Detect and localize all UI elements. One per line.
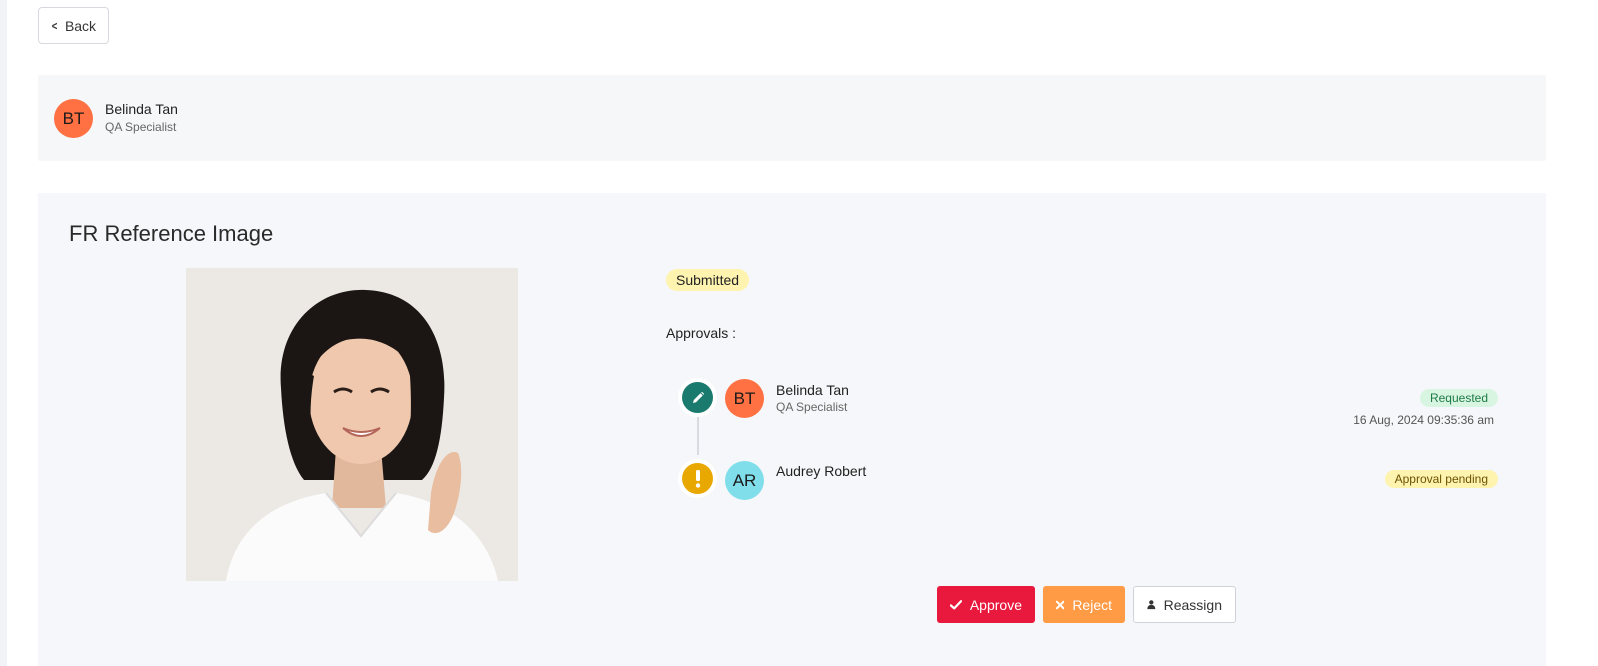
close-icon: [1056, 600, 1065, 609]
back-button-label: Back: [64, 17, 97, 34]
user-header: BT Belinda Tan QA Specialist: [38, 75, 1546, 161]
avatar: BT: [725, 379, 764, 418]
approval-status-badge: Approval pending: [1384, 470, 1498, 488]
approval-status-badge: Requested: [1419, 389, 1498, 407]
reference-photo: [186, 268, 518, 581]
approve-button-label: Approve: [969, 596, 1022, 613]
approver-name: Audrey Robert: [776, 463, 867, 479]
approver-role: QA Specialist: [776, 400, 848, 414]
user-icon: [1147, 600, 1156, 610]
chevron-left-icon: <: [51, 18, 58, 33]
pencil-icon: [682, 382, 713, 413]
portrait-image: [186, 268, 518, 581]
approver-name: Belinda Tan: [776, 382, 849, 398]
approval-timestamp: 16 Aug, 2024 09:35:36 am: [1353, 413, 1494, 427]
reassign-button[interactable]: Reassign: [1133, 586, 1236, 623]
check-icon: [950, 599, 962, 609]
reference-image-panel: FR Reference Image Submitted Approvals:…: [38, 193, 1546, 666]
avatar: BT: [54, 99, 93, 138]
reject-button-label: Reject: [1072, 596, 1112, 613]
back-button[interactable]: < Back: [38, 7, 109, 44]
user-name: Belinda Tan: [105, 101, 178, 117]
left-edge-strip: [0, 0, 7, 666]
reject-button[interactable]: Reject: [1043, 586, 1125, 623]
action-buttons: Approve Reject Reassign: [937, 586, 1236, 623]
status-badge: Submitted: [666, 269, 750, 291]
panel-title: FR Reference Image: [69, 221, 274, 246]
timeline-connector: [697, 413, 699, 455]
exclamation-icon: [682, 463, 713, 494]
approve-button[interactable]: Approve: [937, 586, 1035, 623]
user-role: QA Specialist: [105, 120, 177, 134]
reassign-button-label: Reassign: [1163, 596, 1222, 613]
approvals-label: Approvals :: [666, 325, 737, 341]
avatar: AR: [725, 461, 764, 500]
